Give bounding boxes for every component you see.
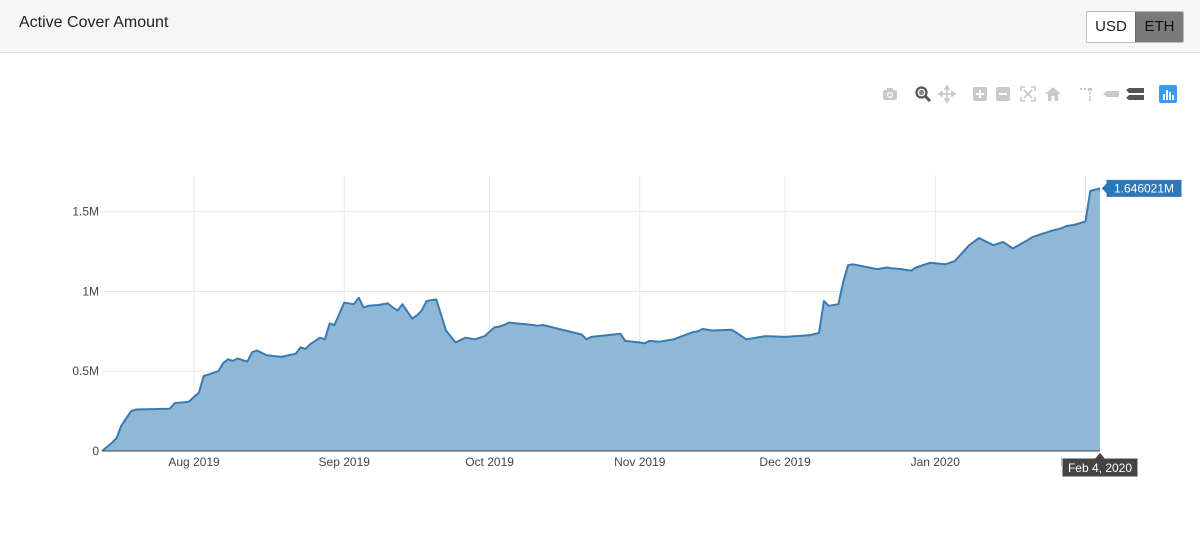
y-tick-label: 1M: [82, 284, 99, 298]
x-tick-label: Jan 2020: [911, 455, 961, 469]
x-tick-label: Sep 2019: [319, 455, 371, 469]
x-tick-label: Nov 2019: [614, 455, 666, 469]
chart-svg: Aug 2019 Sep 2019 Oct 2019 Nov 2019 Dec 2019…: [72, 175, 1183, 478]
x-tick-label: Dec 2019: [759, 455, 811, 469]
x-tick-label: Aug 2019: [168, 455, 220, 469]
area-fill: [102, 188, 1100, 451]
x-tick-label: Oct 2019: [465, 455, 514, 469]
date-hover-label: Feb 4, 2020: [1068, 461, 1132, 475]
y-tick-label: 0.5M: [72, 364, 99, 378]
y-tick-label: 0: [92, 444, 99, 458]
y-tick-label: 1.5M: [72, 205, 99, 219]
value-hover-label: 1.646021M: [1114, 181, 1174, 195]
